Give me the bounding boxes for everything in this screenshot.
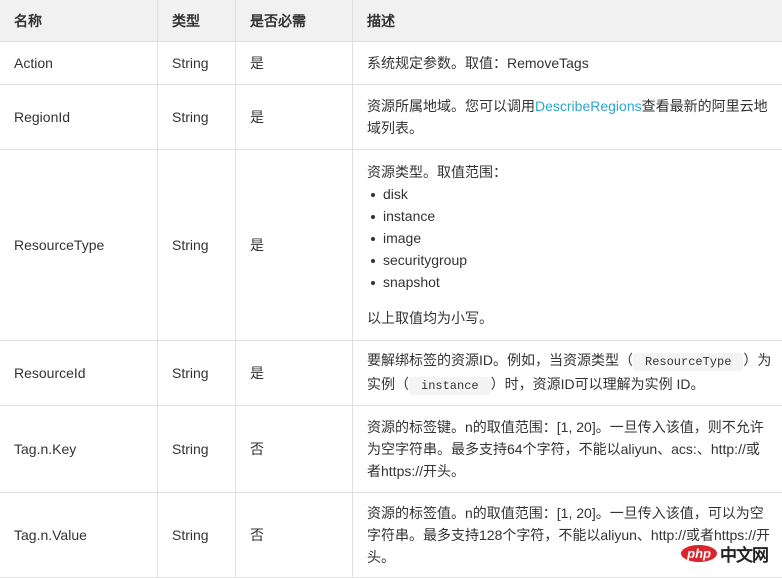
param-name: RegionId [0, 85, 158, 150]
parameters-table: 名称 类型 是否必需 描述 Action String 是 系统规定参数。取值：… [0, 0, 782, 578]
param-type: String [158, 493, 236, 578]
param-type: String [158, 42, 236, 85]
watermark-text: 中文网 [720, 541, 768, 566]
param-description: 系统规定参数。取值：RemoveTags [353, 42, 782, 85]
resource-type-options: disk instance image securitygroup snapsh… [367, 183, 773, 293]
table-header-row: 名称 类型 是否必需 描述 [0, 0, 782, 42]
param-required: 是 [236, 341, 353, 406]
param-required: 是 [236, 85, 353, 150]
param-required: 是 [236, 42, 353, 85]
param-type: String [158, 150, 236, 341]
desc-text: 资源所属地域。您可以调用 [367, 98, 535, 114]
param-name: Tag.n.Value [0, 493, 158, 578]
param-required: 是 [236, 150, 353, 341]
param-name: ResourceId [0, 341, 158, 406]
php-cn-watermark: php 中文网 [681, 541, 768, 566]
code-resource-type: ResourceType [633, 353, 743, 371]
param-required: 否 [236, 406, 353, 493]
desc-note: 以上取值均为小写。 [367, 307, 773, 329]
param-description: 资源所属地域。您可以调用DescribeRegions查看最新的阿里云地域列表。 [353, 85, 782, 150]
header-type: 类型 [158, 0, 236, 42]
code-instance: instance [409, 377, 491, 395]
option-item: disk [367, 183, 773, 205]
param-type: String [158, 341, 236, 406]
param-type: String [158, 85, 236, 150]
desc-text: 要解绑标签的资源ID。例如，当资源类型（ [367, 352, 633, 368]
option-item: snapshot [367, 271, 773, 293]
header-name: 名称 [0, 0, 158, 42]
table-row: ResourceId String 是 要解绑标签的资源ID。例如，当资源类型（… [0, 341, 782, 406]
table-row: Action String 是 系统规定参数。取值：RemoveTags [0, 42, 782, 85]
param-description: 要解绑标签的资源ID。例如，当资源类型（ResourceType）为实例（ins… [353, 341, 782, 406]
param-type: String [158, 406, 236, 493]
desc-intro: 资源类型。取值范围： [367, 161, 773, 183]
table-row: ResourceType String 是 资源类型。取值范围： disk in… [0, 150, 782, 341]
option-item: instance [367, 205, 773, 227]
describe-regions-link[interactable]: DescribeRegions [535, 98, 642, 114]
table-row: Tag.n.Key String 否 资源的标签键。n的取值范围：[1, 20]… [0, 406, 782, 493]
table-row: RegionId String 是 资源所属地域。您可以调用DescribeRe… [0, 85, 782, 150]
param-name: ResourceType [0, 150, 158, 341]
param-name: Tag.n.Key [0, 406, 158, 493]
param-name: Action [0, 42, 158, 85]
table-row: Tag.n.Value String 否 资源的标签值。n的取值范围：[1, 2… [0, 493, 782, 578]
header-description: 描述 [353, 0, 782, 42]
php-logo-icon: php [681, 545, 717, 562]
desc-text: ）时，资源ID可以理解为实例 ID。 [491, 376, 705, 392]
option-item: image [367, 227, 773, 249]
option-item: securitygroup [367, 249, 773, 271]
param-required: 否 [236, 493, 353, 578]
param-description: 资源类型。取值范围： disk instance image securityg… [353, 150, 782, 341]
param-description: 资源的标签键。n的取值范围：[1, 20]。一旦传入该值，则不允许为空字符串。最… [353, 406, 782, 493]
header-required: 是否必需 [236, 0, 353, 42]
